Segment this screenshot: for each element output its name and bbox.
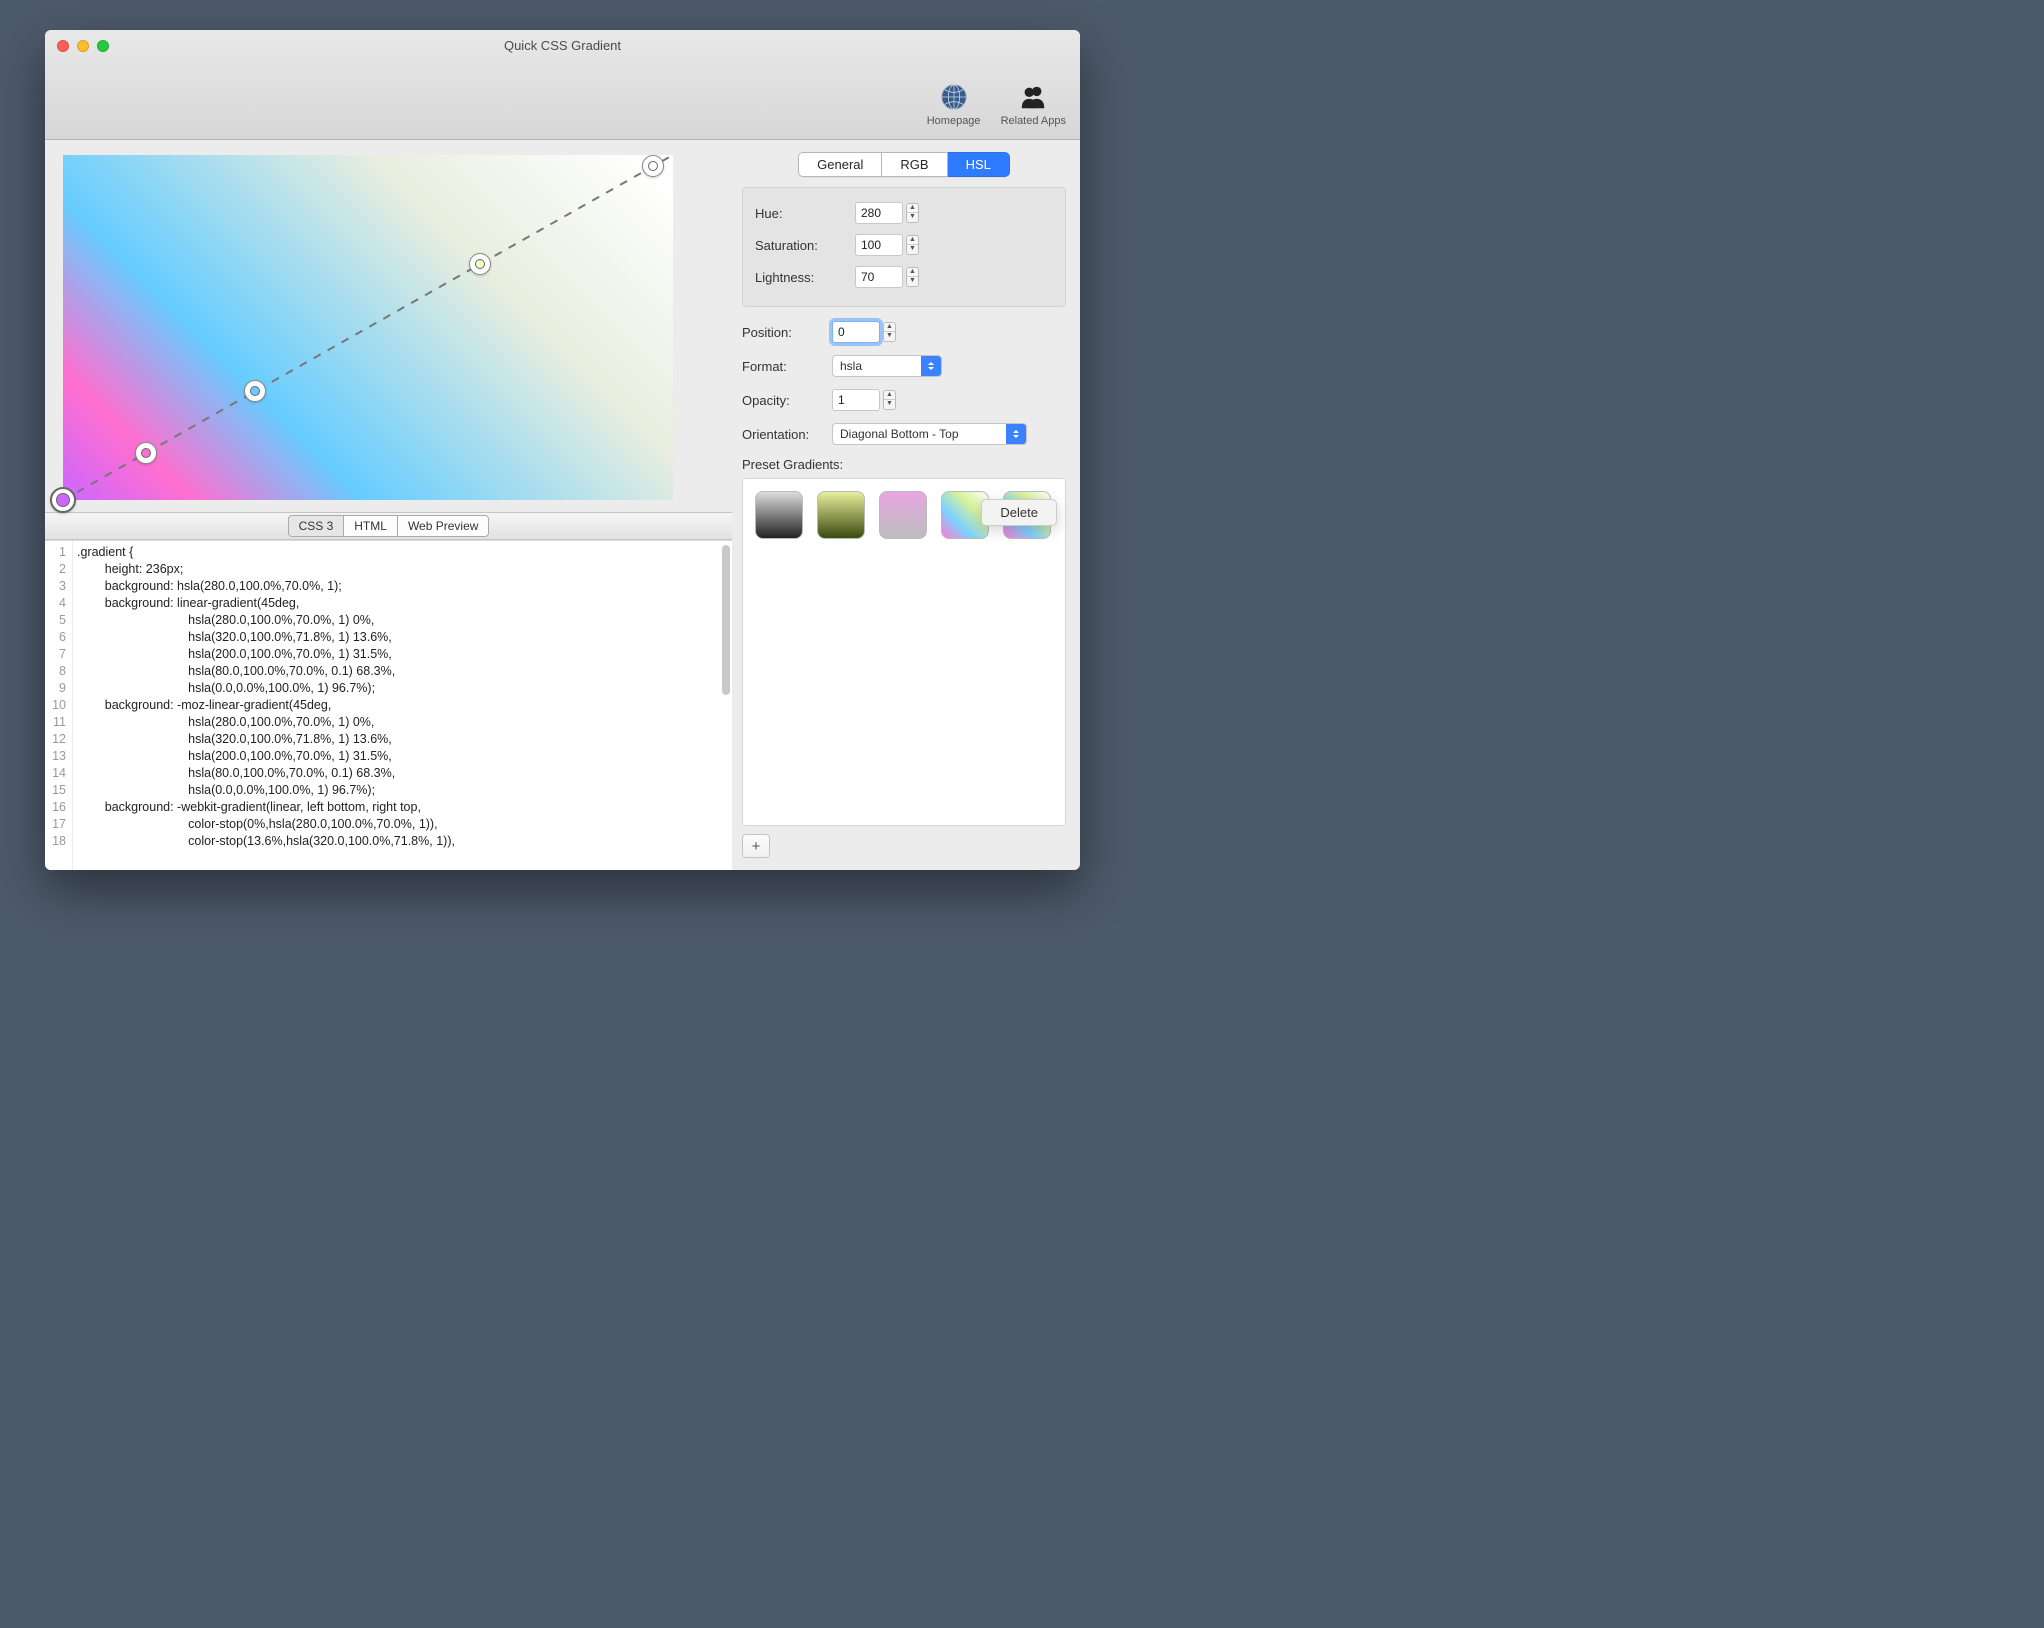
orientation-select[interactable]: Diagonal Bottom - Top <box>832 423 1027 445</box>
preset-swatch[interactable] <box>755 491 803 539</box>
plus-icon: + <box>752 838 761 855</box>
preset-swatch[interactable] <box>817 491 865 539</box>
position-input[interactable] <box>832 321 880 343</box>
window-title: Quick CSS Gradient <box>45 38 1080 53</box>
scrollbar-thumb[interactable] <box>722 545 730 695</box>
tab-html[interactable]: HTML <box>344 515 398 537</box>
orientation-label: Orientation: <box>742 427 832 442</box>
gradient-preview[interactable] <box>63 155 673 500</box>
lightness-stepper[interactable]: ▲▼ <box>906 267 919 287</box>
lightness-label: Lightness: <box>755 270 855 285</box>
opacity-input[interactable] <box>832 389 880 411</box>
context-menu-delete[interactable]: Delete <box>981 499 1057 526</box>
tab-rgb[interactable]: RGB <box>882 152 947 177</box>
preset-gradients-list: Delete <box>742 478 1066 826</box>
tab-web-preview[interactable]: Web Preview <box>398 515 489 537</box>
line-gutter: 123456789101112131415161718 <box>45 541 73 870</box>
titlebar: Quick CSS Gradient Homepage Related Apps <box>45 30 1080 140</box>
code-output[interactable]: 123456789101112131415161718 .gradient { … <box>45 540 732 870</box>
homepage-button[interactable]: Homepage <box>927 82 981 127</box>
hsl-panel: Hue: ▲▼ Saturation: ▲▼ Lightness: <box>742 187 1066 307</box>
opacity-stepper[interactable]: ▲▼ <box>883 390 896 410</box>
chevron-updown-icon <box>1006 424 1026 444</box>
tab-general[interactable]: General <box>798 152 882 177</box>
saturation-stepper[interactable]: ▲▼ <box>906 235 919 255</box>
people-icon <box>1018 82 1048 112</box>
format-label: Format: <box>742 359 832 374</box>
gradient-stop[interactable] <box>50 487 76 513</box>
gradient-stop[interactable] <box>135 442 157 464</box>
tab-hsl[interactable]: HSL <box>948 152 1010 177</box>
gradient-stop[interactable] <box>469 253 491 275</box>
position-stepper[interactable]: ▲▼ <box>883 322 896 342</box>
globe-icon <box>939 82 969 112</box>
gradient-stop[interactable] <box>642 155 664 177</box>
preset-gradients-label: Preset Gradients: <box>742 457 1066 472</box>
hue-stepper[interactable]: ▲▼ <box>906 203 919 223</box>
app-window: Quick CSS Gradient Homepage Related Apps <box>45 30 1080 870</box>
add-preset-button[interactable]: + <box>742 834 770 858</box>
code-text[interactable]: .gradient { height: 236px; background: h… <box>73 541 732 870</box>
chevron-updown-icon <box>921 356 941 376</box>
format-select[interactable]: hsla <box>832 355 942 377</box>
output-tabs: CSS 3 HTML Web Preview <box>45 512 732 540</box>
homepage-label: Homepage <box>927 115 981 127</box>
saturation-input[interactable] <box>855 234 903 256</box>
color-mode-tabs: General RGB HSL <box>798 152 1010 177</box>
position-label: Position: <box>742 325 832 340</box>
tab-css3[interactable]: CSS 3 <box>288 515 345 537</box>
related-apps-label: Related Apps <box>1001 115 1066 127</box>
lightness-input[interactable] <box>855 266 903 288</box>
opacity-label: Opacity: <box>742 393 832 408</box>
saturation-label: Saturation: <box>755 238 855 253</box>
hue-label: Hue: <box>755 206 855 221</box>
format-value: hsla <box>840 359 862 373</box>
hue-input[interactable] <box>855 202 903 224</box>
orientation-value: Diagonal Bottom - Top <box>840 427 959 441</box>
gradient-stop[interactable] <box>244 380 266 402</box>
preset-swatch[interactable] <box>879 491 927 539</box>
related-apps-button[interactable]: Related Apps <box>1001 82 1066 127</box>
